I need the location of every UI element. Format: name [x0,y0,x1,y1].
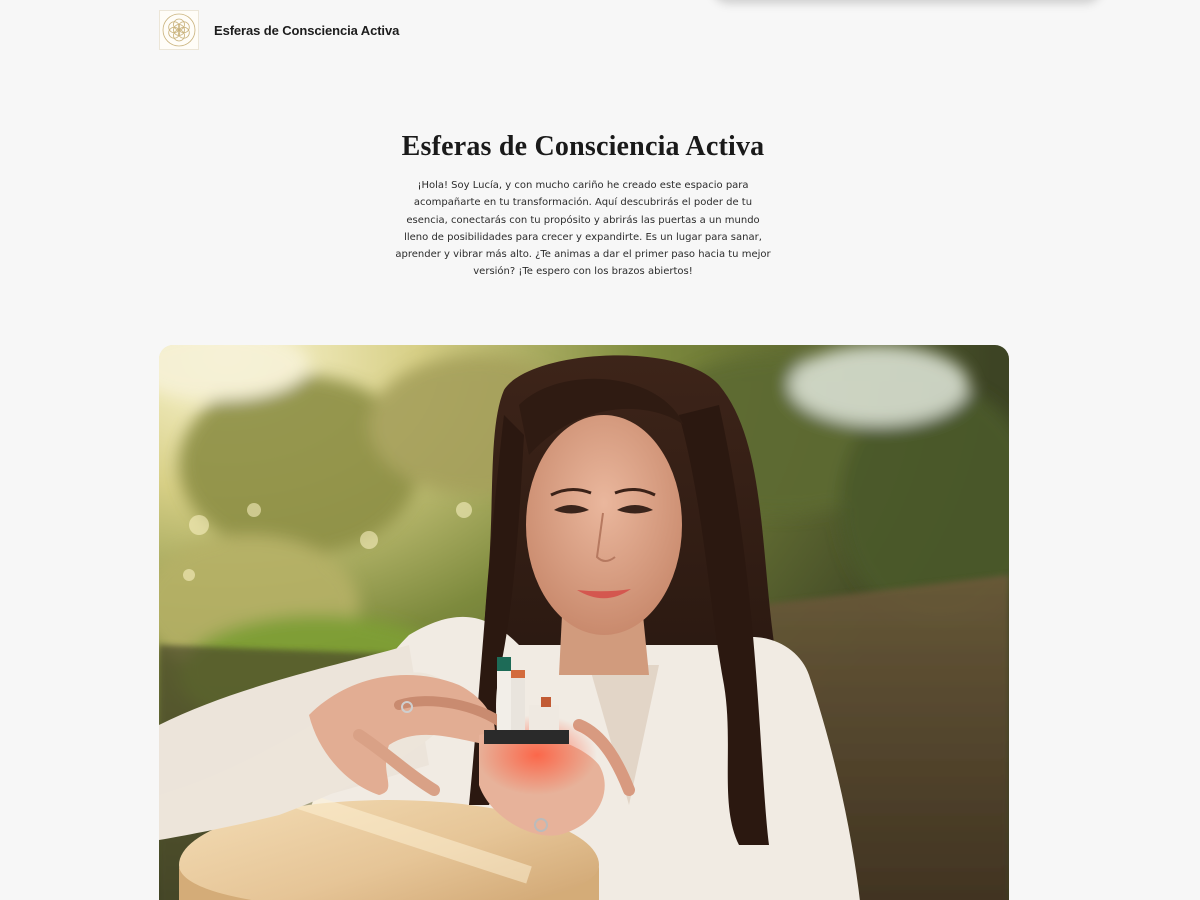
site-header: Esferas de Consciencia Activa [0,0,1200,60]
hero-section: Esferas de Consciencia Activa ¡Hola! Soy… [380,128,786,281]
intro-paragraph: ¡Hola! Soy Lucía, y con mucho cariño he … [395,180,771,278]
page-title: Esferas de Consciencia Activa [401,131,765,162]
flower-of-life-logo-icon [159,10,199,50]
site-name: Esferas de Consciencia Activa [214,22,400,38]
brand-home-link[interactable]: Esferas de Consciencia Activa [159,10,399,50]
hero-photo [159,345,1009,900]
